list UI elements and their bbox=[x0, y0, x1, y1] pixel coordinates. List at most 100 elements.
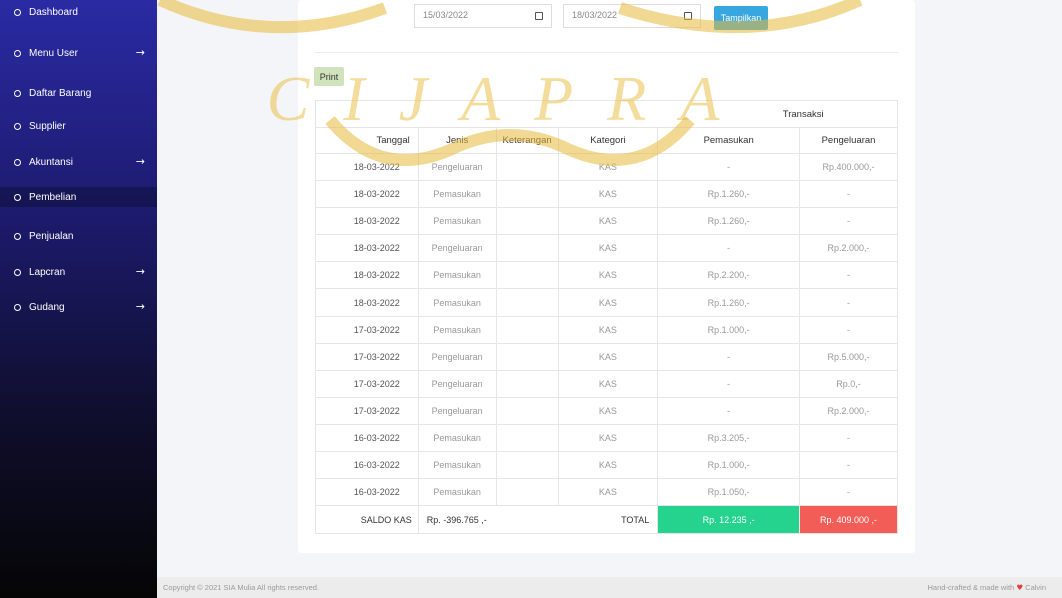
credit-name[interactable]: Calvin bbox=[1025, 583, 1046, 592]
table-row: 18-03-2022 Pemasukan KAS Rp.1.260,- - bbox=[315, 207, 898, 236]
date-from-input[interactable]: 15/03/2022 bbox=[414, 4, 552, 28]
cell-pemasukan: Rp.3.205,- bbox=[657, 423, 801, 453]
cell-tanggal: 17-03-2022 bbox=[315, 396, 419, 425]
cell-tanggal: 17-03-2022 bbox=[315, 342, 419, 371]
sidebar-item-gudang[interactable]: Gudang → bbox=[0, 297, 157, 317]
arrow-right-icon: → bbox=[135, 46, 145, 59]
cell-tanggal: 18-03-2022 bbox=[315, 152, 419, 182]
cell-jenis: Pemasukan bbox=[417, 207, 497, 236]
cell-kategori: KAS bbox=[557, 396, 659, 425]
circle-icon bbox=[14, 232, 21, 240]
date-to-value: 18/03/2022 bbox=[572, 10, 618, 20]
cell-jenis: Pemasukan bbox=[417, 478, 497, 507]
cell-pemasukan: Rp.1.260,- bbox=[657, 180, 801, 209]
print-button[interactable]: Print bbox=[314, 67, 344, 86]
cell-jenis: Pengeluaran bbox=[417, 152, 497, 182]
tampilkan-button[interactable]: Tampilkan bbox=[714, 6, 768, 30]
circle-icon bbox=[14, 268, 21, 276]
cell-pengeluaran: - bbox=[799, 180, 898, 209]
date-to-input[interactable]: 18/03/2022 bbox=[563, 4, 701, 28]
credit-prefix: Hand-crafted & made with bbox=[927, 583, 1015, 592]
cell-pemasukan: Rp.2.200,- bbox=[657, 261, 801, 290]
cell-pengeluaran: - bbox=[799, 315, 898, 344]
sidebar-item-menu-user[interactable]: Menu User → bbox=[0, 43, 157, 63]
sidebar-item-daftar-barang[interactable]: Daftar Barang bbox=[0, 83, 157, 103]
cell-pemasukan: Rp.1.000,- bbox=[657, 315, 801, 344]
cell-jenis: Pemasukan bbox=[417, 261, 497, 290]
column-header-pemasukan: Pemasukan bbox=[657, 127, 801, 154]
sidebar-item-label: Supplier bbox=[29, 120, 66, 132]
cell-kategori: KAS bbox=[557, 152, 659, 182]
cell-pemasukan: Rp.1.260,- bbox=[657, 207, 801, 236]
cell-keterangan bbox=[495, 451, 559, 480]
group-header-spacer bbox=[314, 100, 658, 128]
cell-pengeluaran: Rp.2.000,- bbox=[799, 234, 898, 263]
cell-pengeluaran: Rp.0,- bbox=[799, 369, 898, 398]
cell-pengeluaran: - bbox=[799, 451, 898, 480]
cell-kategori: KAS bbox=[557, 451, 659, 480]
circle-icon bbox=[14, 158, 21, 166]
cell-pemasukan: Rp.1.050,- bbox=[657, 478, 801, 507]
cell-kategori: KAS bbox=[557, 180, 659, 209]
cell-tanggal: 18-03-2022 bbox=[315, 207, 419, 236]
sidebar-item-dashboard[interactable]: Dashboard bbox=[0, 2, 157, 22]
column-header-pengeluaran: Pengeluaran bbox=[799, 127, 898, 154]
circle-icon bbox=[14, 8, 21, 16]
sidebar-item-supplier[interactable]: Supplier bbox=[0, 116, 157, 136]
cell-jenis: Pemasukan bbox=[417, 423, 497, 453]
sidebar-item-penjualan[interactable]: Penjualan bbox=[0, 226, 157, 246]
cell-jenis: Pemasukan bbox=[417, 180, 497, 209]
table-row: 18-03-2022 Pemasukan KAS Rp.2.200,- - bbox=[315, 261, 898, 290]
saldo-kas-value: Rp. -396.765 ,- bbox=[417, 505, 497, 535]
sidebar-item-label: Menu User bbox=[29, 47, 78, 59]
sidebar-item-label: Akuntansi bbox=[29, 156, 73, 168]
cell-kategori: KAS bbox=[557, 234, 659, 263]
column-header-kategori: Kategori bbox=[557, 127, 659, 154]
date-from-value: 15/03/2022 bbox=[423, 10, 469, 20]
cell-pengeluaran: - bbox=[799, 288, 898, 317]
table-row: 16-03-2022 Pemasukan KAS Rp.1.050,- - bbox=[315, 478, 898, 507]
table-row: 16-03-2022 Pemasukan KAS Rp.3.205,- - bbox=[315, 423, 898, 453]
cell-kategori: KAS bbox=[557, 369, 659, 398]
page-footer: Copyright © 2021 SIA Mulia All rights re… bbox=[157, 577, 1062, 598]
column-header-jenis: Jenis bbox=[417, 127, 497, 154]
sidebar-item-pembelian[interactable]: Pembelian bbox=[0, 187, 157, 207]
cell-pemasukan: Rp.1.260,- bbox=[657, 288, 801, 317]
calendar-icon[interactable] bbox=[684, 12, 692, 20]
table-row: 17-03-2022 Pengeluaran KAS - Rp.2.000,- bbox=[315, 396, 898, 425]
table-row: 18-03-2022 Pemasukan KAS Rp.1.260,- - bbox=[315, 180, 898, 209]
table-row: 18-03-2022 Pengeluaran KAS - Rp.400.000,… bbox=[315, 152, 898, 182]
cell-keterangan bbox=[495, 478, 559, 507]
sidebar-item-akuntansi[interactable]: Akuntansi → bbox=[0, 152, 157, 172]
circle-icon bbox=[14, 193, 21, 201]
copyright-text: Copyright © 2021 SIA Mulia All rights re… bbox=[163, 583, 320, 592]
total-pengeluaran: Rp. 409.000 ,- bbox=[799, 505, 898, 535]
cell-keterangan bbox=[495, 234, 559, 263]
cell-tanggal: 18-03-2022 bbox=[315, 261, 419, 290]
divider bbox=[315, 52, 898, 53]
cell-pengeluaran: Rp.400.000,- bbox=[799, 152, 898, 182]
cell-kategori: KAS bbox=[557, 288, 659, 317]
table-row: 18-03-2022 Pengeluaran KAS - Rp.2.000,- bbox=[315, 234, 898, 263]
cell-keterangan bbox=[495, 207, 559, 236]
cell-pengeluaran: - bbox=[799, 207, 898, 236]
cell-pemasukan: Rp.1.000,- bbox=[657, 451, 801, 480]
cell-tanggal: 18-03-2022 bbox=[315, 180, 419, 209]
sidebar-item-laporan[interactable]: Lapcran → bbox=[0, 262, 157, 282]
table-row: 17-03-2022 Pengeluaran KAS - Rp.5.000,- bbox=[315, 342, 898, 371]
calendar-icon[interactable] bbox=[535, 12, 543, 20]
cell-pengeluaran: Rp.5.000,- bbox=[799, 342, 898, 371]
table-body: 18-03-2022 Pengeluaran KAS - Rp.400.000,… bbox=[315, 152, 898, 507]
circle-icon bbox=[14, 122, 21, 130]
cell-kategori: KAS bbox=[557, 315, 659, 344]
cell-tanggal: 18-03-2022 bbox=[315, 234, 419, 263]
table-row: 17-03-2022 Pemasukan KAS Rp.1.000,- - bbox=[315, 315, 898, 344]
table-row: 18-03-2022 Pemasukan KAS Rp.1.260,- - bbox=[315, 288, 898, 317]
cell-tanggal: 17-03-2022 bbox=[315, 369, 419, 398]
cell-keterangan bbox=[495, 369, 559, 398]
cell-keterangan bbox=[495, 315, 559, 344]
table-footer-row: SALDO KAS Rp. -396.765 ,- TOTAL Rp. 12.2… bbox=[315, 505, 898, 535]
sidebar-item-label: Daftar Barang bbox=[29, 87, 92, 99]
column-header-tanggal: Tanggal bbox=[315, 127, 419, 154]
cell-pemasukan: - bbox=[657, 234, 801, 263]
